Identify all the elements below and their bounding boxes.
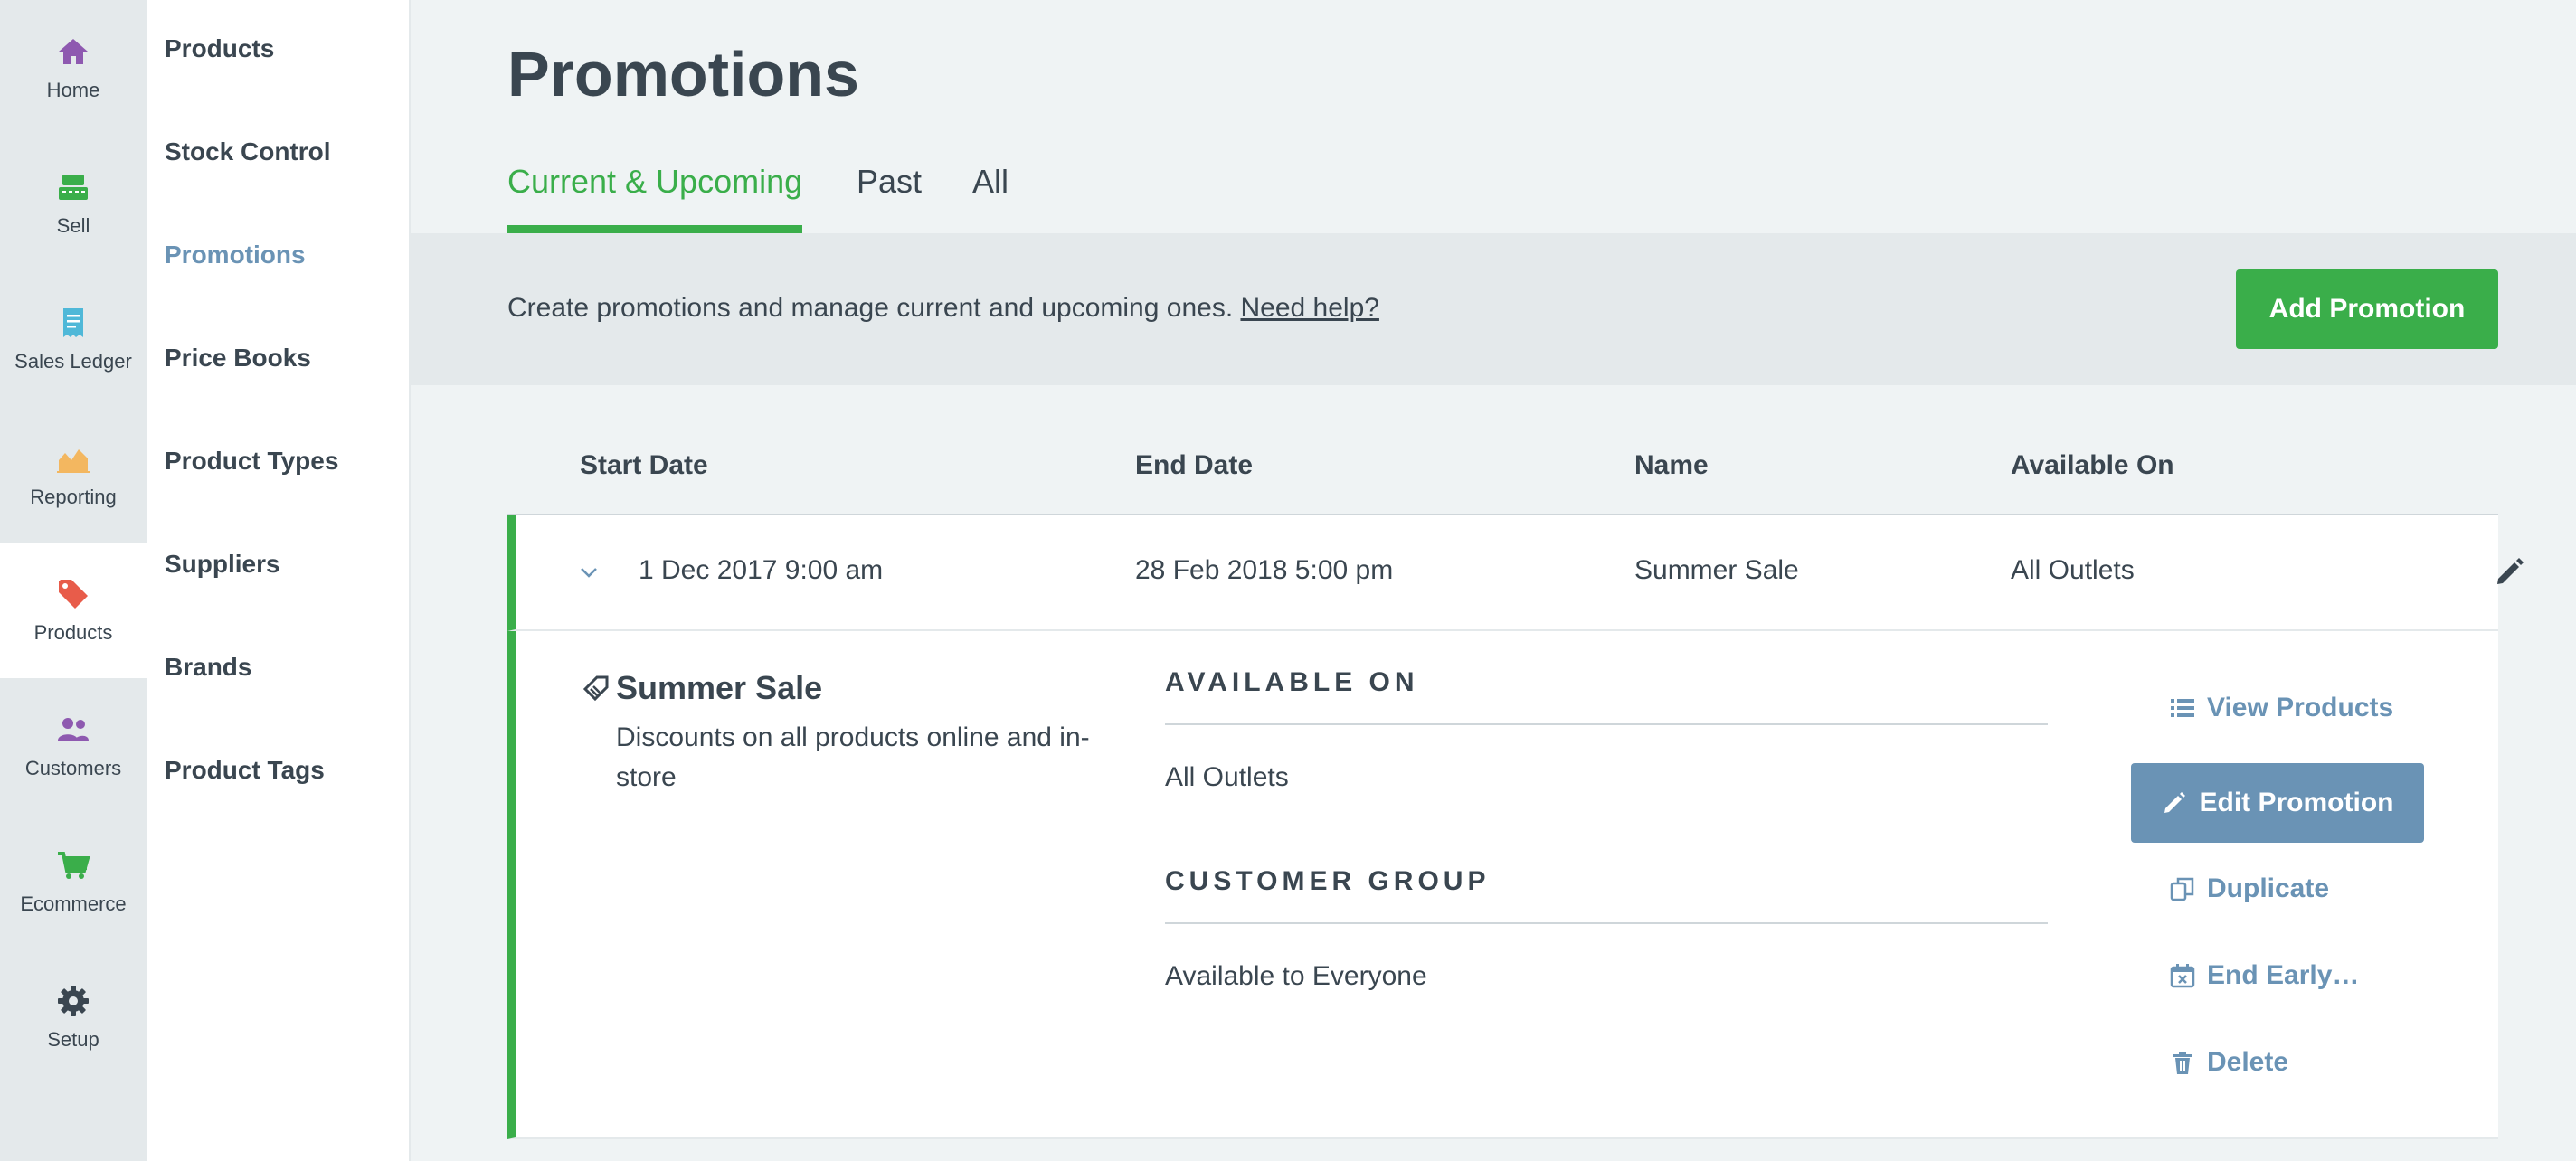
header-available-on[interactable]: Available On	[2011, 450, 2174, 481]
detail-promotion-name: Summer Sale	[616, 669, 823, 706]
rail-label-products: Products	[33, 621, 113, 644]
table-row[interactable]: 1 Dec 2017 9:00 am 28 Feb 2018 5:00 pm S…	[507, 515, 2524, 631]
icon-rail: Home Sell Sales Ledger Reporting Product…	[0, 0, 147, 1161]
customer-group-heading: CUSTOMER GROUP	[1165, 866, 2048, 924]
receipt-icon	[63, 308, 83, 337]
delete-button[interactable]: Delete	[2169, 1047, 2288, 1078]
main-content: Promotions Current & Upcoming Past All C…	[411, 0, 2576, 1161]
info-banner: Create promotions and manage current and…	[411, 233, 2576, 385]
duplicate-label: Duplicate	[2207, 873, 2330, 903]
register-icon	[59, 175, 88, 200]
page-title: Promotions	[507, 39, 859, 109]
gear-icon	[58, 986, 89, 1016]
view-products-label: View Products	[2207, 693, 2394, 722]
need-help-link[interactable]: Need help?	[1240, 293, 1378, 323]
rail-label-home: Home	[46, 79, 100, 101]
customer-group-value: Available to Everyone	[1165, 961, 1427, 991]
row-end-date: 28 Feb 2018 5:00 pm	[1135, 555, 1394, 585]
row-available-on: All Outlets	[2011, 555, 2135, 585]
rail-label-reporting: Reporting	[30, 486, 117, 508]
rail-label-ecommerce: Ecommerce	[20, 892, 127, 915]
available-on-heading: AVAILABLE ON	[1165, 667, 2048, 725]
detail-promotion-description: Discounts on all products online and in-…	[616, 722, 1090, 792]
trash-icon	[2173, 1052, 2192, 1074]
calendar-x-icon	[2170, 964, 2195, 988]
subnav-item-product-tags[interactable]: Product Tags	[165, 756, 325, 785]
promotion-detail: Summer Sale Discounts on all products on…	[507, 631, 2498, 1139]
edit-promotion-button[interactable]: Edit Promotion	[2131, 763, 2424, 843]
products-subnav: Products Stock Control Promotions Price …	[147, 0, 411, 1161]
rail-item-customers[interactable]: Customers	[0, 678, 147, 814]
duplicate-icon	[2170, 877, 2194, 901]
tab-past[interactable]: Past	[857, 163, 922, 233]
rail-item-setup[interactable]: Setup	[0, 949, 147, 1085]
end-early-button[interactable]: End Early…	[2169, 960, 2359, 991]
subnav-item-stock-control[interactable]: Stock Control	[165, 137, 331, 166]
add-promotion-button[interactable]: Add Promotion	[2236, 269, 2498, 349]
subnav-item-products[interactable]: Products	[165, 34, 274, 63]
subnav-item-brands[interactable]: Brands	[165, 653, 251, 682]
banner-text: Create promotions and manage current and…	[507, 293, 1241, 323]
view-products-button[interactable]: View Products	[2169, 693, 2393, 723]
delete-label: Delete	[2207, 1047, 2289, 1077]
duplicate-button[interactable]: Duplicate	[2169, 873, 2329, 904]
end-early-label: End Early…	[2207, 960, 2360, 990]
rail-item-sales-ledger[interactable]: Sales Ledger	[0, 271, 147, 407]
rail-label-setup: Setup	[47, 1028, 99, 1051]
subnav-item-price-books[interactable]: Price Books	[165, 344, 311, 373]
users-icon	[58, 718, 89, 741]
table-header: Start Date End Date Name Available On	[507, 439, 2498, 515]
pencil-icon	[2164, 792, 2185, 813]
tab-all[interactable]: All	[972, 163, 1009, 233]
rail-label-sales-ledger: Sales Ledger	[14, 350, 132, 373]
list-icon	[2171, 699, 2194, 717]
banner-text-wrap: Create promotions and manage current and…	[507, 293, 1379, 324]
edit-promotion-label: Edit Promotion	[2199, 788, 2394, 817]
header-start-date[interactable]: Start Date	[580, 450, 708, 481]
chevron-down-icon[interactable]	[579, 562, 599, 582]
rail-item-products[interactable]: Products	[0, 543, 147, 678]
rail-item-ecommerce[interactable]: Ecommerce	[0, 814, 147, 949]
subnav-item-product-types[interactable]: Product Types	[165, 447, 338, 476]
row-start-date: 1 Dec 2017 9:00 am	[639, 555, 884, 585]
subnav-item-promotions[interactable]: Promotions	[165, 241, 306, 269]
tag-icon	[582, 675, 609, 702]
header-name[interactable]: Name	[1634, 450, 1709, 481]
available-on-value: All Outlets	[1165, 762, 1289, 792]
rail-item-reporting[interactable]: Reporting	[0, 407, 147, 543]
pencil-icon[interactable]	[2493, 555, 2525, 588]
chart-icon	[57, 449, 90, 473]
home-icon	[59, 39, 88, 64]
header-end-date[interactable]: End Date	[1135, 450, 1253, 481]
rail-item-sell[interactable]: Sell	[0, 136, 147, 271]
row-name: Summer Sale	[1634, 555, 1799, 585]
subnav-item-suppliers[interactable]: Suppliers	[165, 550, 280, 579]
rail-label-sell: Sell	[56, 214, 90, 237]
tag-icon	[59, 580, 88, 609]
tab-current-upcoming[interactable]: Current & Upcoming	[507, 163, 803, 233]
rail-label-customers: Customers	[24, 757, 122, 779]
rail-item-home[interactable]: Home	[0, 0, 147, 136]
cart-icon	[58, 852, 90, 879]
